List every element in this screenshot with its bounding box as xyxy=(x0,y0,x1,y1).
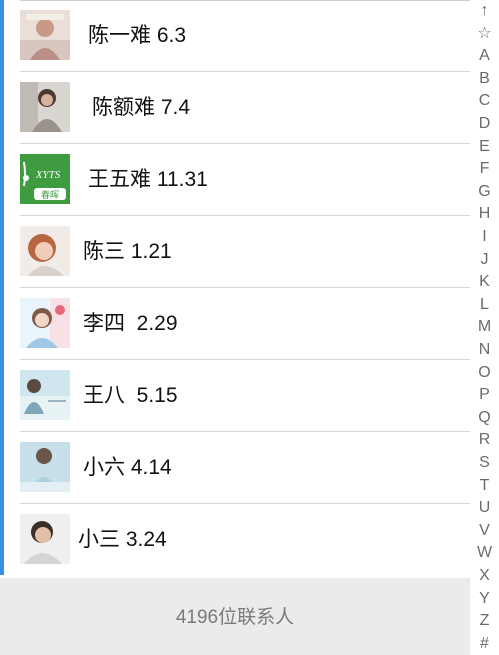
index-letter[interactable]: T xyxy=(470,475,499,497)
contact-row[interactable]: 李四 2.29 xyxy=(0,288,470,360)
contact-row[interactable]: 陈三 1.21 xyxy=(0,216,470,288)
avatar-photo-icon xyxy=(20,370,70,420)
green-logo-avatar-icon: XYTS 春晖 xyxy=(20,154,70,204)
index-letter[interactable]: H xyxy=(470,203,499,225)
index-letter[interactable]: F xyxy=(470,158,499,180)
contact-name: 王五难 11.31 xyxy=(88,168,208,191)
contact-name: 李四 2.29 xyxy=(83,312,178,335)
avatar-photo-icon xyxy=(20,10,70,60)
index-letter[interactable]: W xyxy=(470,542,499,564)
contact-row[interactable]: 小三 3.24 xyxy=(0,504,470,576)
index-letter[interactable]: Q xyxy=(470,407,499,429)
alphabet-index-bar[interactable]: ↑ ☆ A B C D E F G H I J K L M N O P Q R S T U V W X Y Z # xyxy=(470,0,499,655)
index-letter[interactable]: I xyxy=(470,226,499,248)
index-letter[interactable]: M xyxy=(470,316,499,338)
index-letter[interactable]: P xyxy=(470,384,499,406)
contact-row[interactable]: XYTS 春晖 王五难 11.31 xyxy=(0,144,470,216)
contact-row[interactable]: 陈一难 6.3 xyxy=(0,0,470,72)
index-letter[interactable]: U xyxy=(470,497,499,519)
index-letter[interactable]: R xyxy=(470,429,499,451)
contact-name: 小三 3.24 xyxy=(78,528,167,551)
index-letter[interactable]: C xyxy=(470,90,499,112)
contact-row[interactable]: 陈额难 7.4 xyxy=(0,72,470,144)
contact-name: 陈额难 7.4 xyxy=(92,96,191,119)
index-letter[interactable]: Y xyxy=(470,588,499,610)
contact-count-footer: 4196位联系人 xyxy=(0,578,470,655)
index-letter[interactable]: ↑ xyxy=(470,0,499,22)
index-letter[interactable]: G xyxy=(470,181,499,203)
avatar-photo-icon xyxy=(20,226,70,276)
index-letter[interactable]: O xyxy=(470,362,499,384)
index-letter[interactable]: V xyxy=(470,520,499,542)
index-letter[interactable]: D xyxy=(470,113,499,135)
contacts-screen: 陈一难 6.3 陈额难 7.4 XYTS 春晖 王五难 11.31 陈三 1.2… xyxy=(0,0,499,655)
index-letter[interactable]: J xyxy=(470,249,499,271)
index-letter[interactable]: B xyxy=(470,68,499,90)
index-letter[interactable]: N xyxy=(470,339,499,361)
contact-count-label: 4196位联系人 xyxy=(175,607,295,628)
contact-name: 王八 5.15 xyxy=(83,384,178,407)
index-letter[interactable]: E xyxy=(470,136,499,158)
avatar-photo-icon xyxy=(20,514,70,564)
avatar-photo-icon xyxy=(20,298,70,348)
index-letter[interactable]: L xyxy=(470,294,499,316)
index-letter[interactable]: Z xyxy=(470,610,499,632)
index-letter[interactable]: # xyxy=(470,633,499,655)
index-letter[interactable]: S xyxy=(470,452,499,474)
green-avatar-title: XYTS xyxy=(35,169,61,181)
contact-name: 陈一难 6.3 xyxy=(88,24,187,47)
contact-name: 小六 4.14 xyxy=(83,456,172,479)
contact-row[interactable]: 小六 4.14 xyxy=(0,432,470,504)
avatar-photo-icon xyxy=(20,82,70,132)
index-letter[interactable]: ☆ xyxy=(470,23,499,45)
index-letter[interactable]: A xyxy=(470,45,499,67)
contact-row[interactable]: 王八 5.15 xyxy=(0,360,470,432)
green-avatar-subtitle: 春晖 xyxy=(41,189,59,201)
index-letter[interactable]: X xyxy=(470,565,499,587)
avatar-photo-icon xyxy=(20,442,70,492)
contact-name: 陈三 1.21 xyxy=(83,240,172,263)
index-letter[interactable]: K xyxy=(470,271,499,293)
